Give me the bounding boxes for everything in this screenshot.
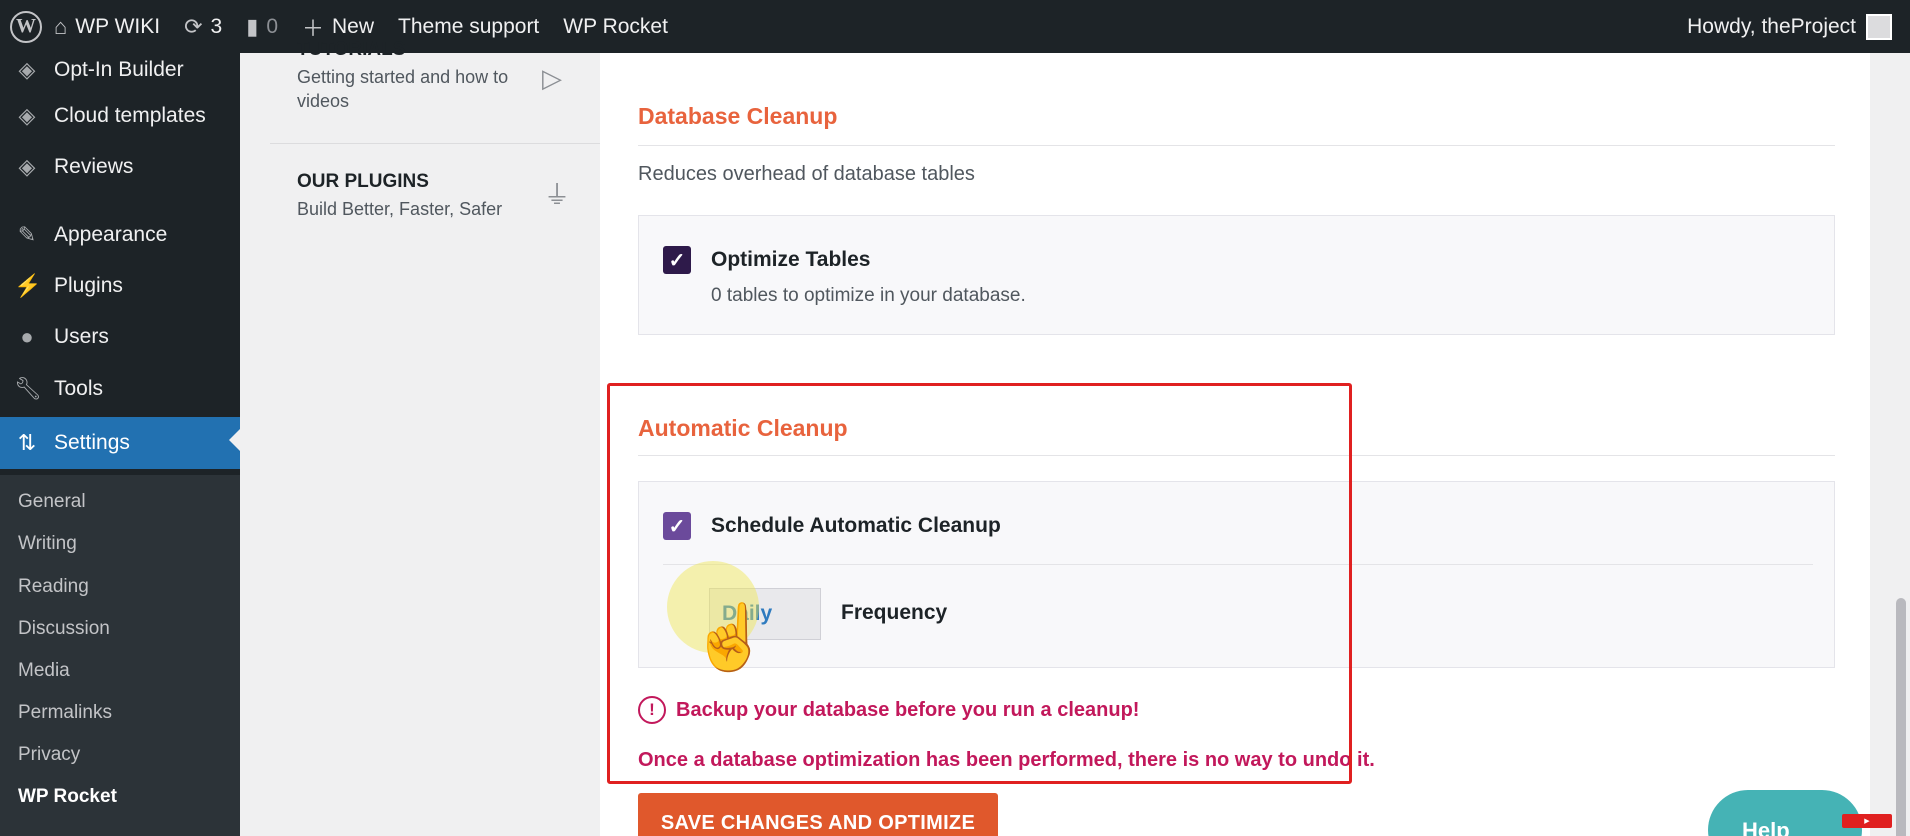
updates-link[interactable]: ⟳ 3 [172,0,234,53]
submenu-item-media[interactable]: Media [18,660,70,682]
wp-rocket-nav: TUTORIALS Getting started and how to vid… [270,39,600,836]
scrollbar-thumb[interactable] [1896,598,1906,836]
optimize-tables-box: ✓ Optimize Tables 0 tables to optimize i… [638,215,1835,335]
settings-panel: Database Cleanup Reduces overhead of dat… [600,53,1870,836]
help-button[interactable]: Help [1708,790,1862,836]
subscribe-badge-icon: ▶ [1842,814,1892,828]
submenu-item-writing[interactable]: Writing [18,533,77,555]
page-scrollbar[interactable] [1870,53,1910,836]
nav-our-plugins[interactable]: OUR PLUGINS Build Better, Faster, Safer [297,171,537,221]
optimize-tables-sub: 0 tables to optimize in your database. [711,285,1026,306]
wrench-icon: 🔧︎ [14,376,42,401]
nav-divider [270,143,600,144]
nav-plugins-title: OUR PLUGINS [297,171,429,192]
sidebar-item-tools[interactable]: 🔧︎ Tools [0,366,240,412]
submenu-item-privacy[interactable]: Privacy [18,744,80,766]
diamond-logo-icon: ◈ [18,57,36,82]
save-changes-button[interactable]: SAVE CHANGES AND OPTIMIZE [638,793,998,836]
sidebar-item-opt-in-builder[interactable]: ◈ Opt-In Builder [0,47,240,93]
user-icon: ● [20,324,34,349]
optimize-tables-checkbox[interactable]: ✓ [663,246,691,274]
wp-rocket-link[interactable]: WP Rocket [551,0,680,53]
diamond-logo-icon: ◈ [18,154,36,179]
howdy-text: Howdy, theProject [1687,14,1856,38]
sidebar-item-settings[interactable]: ⇅ Settings [0,417,240,469]
submenu-item-discussion[interactable]: Discussion [18,618,110,640]
sidebar-item-users[interactable]: ● Users [0,314,240,360]
alert-icon: ! [638,696,666,724]
comments-link[interactable]: ▮ 0 [234,0,290,53]
settings-submenu: General Writing Reading Discussion Media… [0,475,240,836]
schedule-cleanup-checkbox[interactable]: ✓ [663,512,691,540]
undo-warning-text: Once a database optimization has been pe… [638,749,1375,771]
nav-tutorials-title: TUTORIALS [297,39,406,60]
submenu-item-wp-rocket[interactable]: WP Rocket [18,786,117,808]
backup-warning-text: Backup your database before you run a cl… [676,698,1140,721]
plug-icon: ⚡ [14,273,42,298]
new-label: New [332,14,375,38]
divider [663,564,1813,565]
sidebar-item-plugins[interactable]: ⚡ Plugins [0,263,240,309]
sidebar-item-label: Users [54,325,109,348]
backup-warning: ! Backup your database before you run a … [638,696,1139,724]
diamond-logo-icon: ◈ [18,103,36,128]
nav-tutorials[interactable]: TUTORIALS Getting started and how to vid… [297,39,537,113]
video-icon: ▷ [542,63,562,93]
wordpress-logo-icon[interactable]: W [10,10,42,43]
sidebar-item-reviews[interactable]: ◈ Reviews [0,144,240,190]
avatar [1866,13,1892,40]
database-cleanup-desc: Reduces overhead of database tables [638,163,975,185]
frequency-select[interactable]: Daily [709,588,821,640]
comments-count: 0 [266,14,278,38]
paintbrush-icon: ✎ [17,222,37,247]
sidebar-item-label: Plugins [54,274,123,297]
account-menu[interactable]: Howdy, theProject [1687,13,1910,40]
sidebar-item-label: Opt-In Builder [54,58,184,81]
optimize-tables-label: Optimize Tables [711,248,871,271]
settings-icon: ⇅ [17,430,37,455]
admin-sidebar: ◈ Opt-In Builder ◈ Cloud templates ◈ Rev… [0,53,240,836]
site-name-link[interactable]: ⌂ WP WIKI [42,0,172,53]
submenu-item-reading[interactable]: Reading [18,576,89,598]
automatic-cleanup-heading: Automatic Cleanup [638,415,848,441]
sidebar-item-label: Cloud templates [54,104,206,127]
divider [638,145,1835,146]
database-cleanup-heading: Database Cleanup [638,103,838,129]
plus-icon: ＋ [302,15,325,41]
sidebar-item-label: Appearance [54,223,168,246]
submenu-item-general[interactable]: General [18,491,86,513]
nav-tutorials-desc: Getting started and how to videos [297,67,509,111]
schedule-cleanup-label: Schedule Automatic Cleanup [711,514,1001,537]
sidebar-item-cloud-templates[interactable]: ◈ Cloud templates [0,93,240,139]
automatic-cleanup-box: ✓ Schedule Automatic Cleanup Daily Frequ… [638,481,1835,668]
sidebar-item-appearance[interactable]: ✎ Appearance [0,212,240,258]
divider [638,455,1835,456]
site-name: WP WIKI [75,14,161,38]
sidebar-item-label: Settings [54,431,130,454]
theme-support-label: Theme support [398,14,540,38]
comment-icon: ▮ [246,13,259,39]
sidebar-item-label: Tools [54,377,104,400]
nav-plugins-desc: Build Better, Faster, Safer [297,199,503,219]
admin-bar: W ⌂ WP WIKI ⟳ 3 ▮ 0 ＋ New Theme support … [0,0,1910,53]
updates-count: 3 [210,14,223,38]
frequency-label: Frequency [841,601,948,624]
plug-icon: ⏚ [544,180,571,210]
wp-rocket-label: WP Rocket [563,14,668,38]
submenu-item-permalinks[interactable]: Permalinks [18,702,112,724]
home-icon: ⌂ [54,13,68,39]
sidebar-item-label: Reviews [54,155,134,178]
updates-icon: ⟳ [184,13,203,39]
